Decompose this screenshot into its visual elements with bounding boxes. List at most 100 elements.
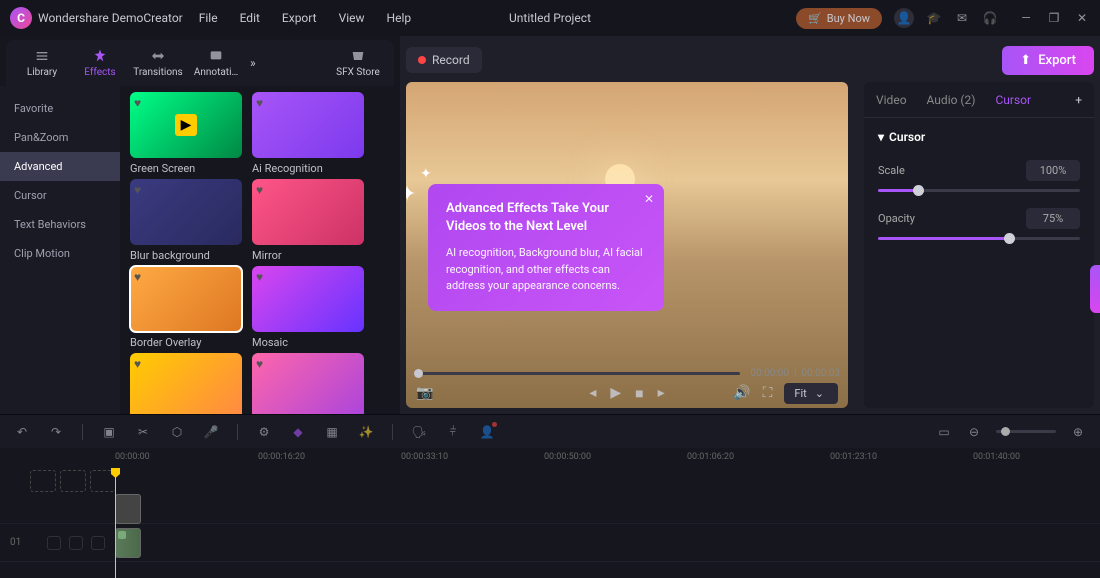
account-icon[interactable]: 👤 bbox=[894, 8, 914, 28]
video-track: 01 bbox=[0, 524, 1100, 562]
close-icon[interactable]: ✕ bbox=[1074, 10, 1090, 26]
category-list: Favorite Pan&Zoom Advanced Cursor Text B… bbox=[0, 86, 120, 414]
maximize-icon[interactable]: ❐ bbox=[1046, 10, 1062, 26]
voice-icon[interactable]: 🗣 bbox=[411, 424, 427, 440]
crop-icon[interactable]: ▣ bbox=[101, 424, 117, 440]
stop-icon[interactable]: ■ bbox=[635, 385, 643, 402]
timeline-ruler[interactable]: 00:00:00 00:00:16:20 00:00:33:10 00:00:5… bbox=[0, 448, 1100, 468]
category-favorite[interactable]: Favorite bbox=[0, 94, 120, 123]
color-icon[interactable]: ◆ bbox=[290, 424, 306, 440]
category-text-behaviors[interactable]: Text Behaviors bbox=[0, 210, 120, 239]
snapshot-icon[interactable]: 📷 bbox=[416, 385, 433, 401]
effect-mosaic[interactable]: ♥ Mosaic bbox=[252, 266, 364, 349]
track-placeholder[interactable] bbox=[60, 470, 86, 492]
scale-value[interactable]: 100% bbox=[1026, 160, 1080, 181]
zoom-in-icon[interactable]: ⊕ bbox=[1070, 424, 1086, 440]
menu-export[interactable]: Export bbox=[282, 11, 317, 25]
slider-knob[interactable] bbox=[913, 185, 924, 196]
menu-view[interactable]: View bbox=[339, 11, 365, 25]
tab-annotations[interactable]: Annotati… bbox=[188, 44, 244, 82]
slider-knob[interactable] bbox=[1004, 233, 1015, 244]
properties-panel: Video Audio (2) Cursor + ▾ Cursor Scale … bbox=[864, 82, 1094, 408]
effect-ai-recognition[interactable]: ♥ Ai Recognition bbox=[252, 92, 364, 175]
tooltip-close-icon[interactable]: ✕ bbox=[644, 192, 654, 206]
mail-icon[interactable]: ✉ bbox=[954, 10, 970, 26]
side-handle[interactable] bbox=[1090, 265, 1100, 313]
preview-progress[interactable]: 00:00:00 | 00:00:03 bbox=[406, 368, 848, 378]
undo-icon[interactable]: ↶ bbox=[14, 424, 30, 440]
heart-icon: ♥ bbox=[256, 96, 270, 110]
menu-edit[interactable]: Edit bbox=[240, 11, 260, 25]
category-pan-zoom[interactable]: Pan&Zoom bbox=[0, 123, 120, 152]
track-visibility-icon[interactable] bbox=[69, 536, 83, 550]
category-cursor[interactable]: Cursor bbox=[0, 181, 120, 210]
detect-icon[interactable]: ⫩ bbox=[445, 424, 461, 440]
opacity-value[interactable]: 75% bbox=[1026, 208, 1080, 229]
app-logo: C bbox=[10, 7, 32, 29]
magic-icon[interactable]: ✨ bbox=[358, 424, 374, 440]
prop-tab-audio[interactable]: Audio (2) bbox=[927, 93, 976, 107]
scale-slider[interactable] bbox=[878, 189, 1080, 192]
center-panel: Record ⬆ Export ✦ ✦ ✕ Advanced Effects T… bbox=[400, 36, 1100, 414]
playhead[interactable] bbox=[115, 468, 116, 578]
tab-effects[interactable]: Effects bbox=[72, 44, 128, 82]
next-frame-icon[interactable]: ▸ bbox=[658, 385, 665, 402]
timeline-toolbar: ↶ ↷ ▣ ✂ ⬡ 🎤 ⚙ ◆ ▦ ✨ 🗣 ⫩ 👤 ▭ ⊖ ⊕ bbox=[0, 414, 1100, 448]
marker-icon[interactable]: ⬡ bbox=[169, 424, 185, 440]
record-button[interactable]: Record bbox=[406, 47, 482, 73]
effect-item[interactable]: ♥ bbox=[252, 353, 364, 414]
minimize-icon[interactable]: — bbox=[1018, 10, 1034, 26]
progress-handle[interactable] bbox=[414, 369, 423, 378]
denoise-icon[interactable]: 👤 bbox=[479, 424, 495, 440]
track-lock-icon[interactable] bbox=[47, 536, 61, 550]
project-name: Untitled Project bbox=[509, 11, 591, 25]
effect-item[interactable]: ♥ bbox=[130, 353, 242, 414]
tooltip-body: AI recognition, Background blur, AI faci… bbox=[446, 245, 646, 295]
tabs-more-icon[interactable]: » bbox=[250, 56, 256, 70]
effect-border-overlay[interactable]: ♥ Border Overlay bbox=[130, 266, 242, 349]
buy-now-button[interactable]: 🛒 Buy Now bbox=[796, 8, 882, 29]
play-icon[interactable]: ▶ bbox=[610, 385, 621, 402]
pip-icon[interactable]: ▦ bbox=[324, 424, 340, 440]
speed-icon[interactable]: ⚙ bbox=[256, 424, 272, 440]
prev-frame-icon[interactable]: ◂ bbox=[589, 385, 596, 402]
redo-icon[interactable]: ↷ bbox=[48, 424, 64, 440]
support-icon[interactable]: 🎧 bbox=[982, 10, 998, 26]
zoom-slider[interactable] bbox=[996, 430, 1056, 433]
heart-icon: ♥ bbox=[134, 270, 148, 284]
track-mute-icon[interactable] bbox=[91, 536, 105, 550]
menu-bar: File Edit Export View Help bbox=[199, 11, 411, 25]
slider-knob[interactable] bbox=[1001, 427, 1010, 436]
academy-icon[interactable]: 🎓 bbox=[926, 10, 942, 26]
tab-transitions[interactable]: Transitions bbox=[130, 44, 186, 82]
category-advanced[interactable]: Advanced bbox=[0, 152, 120, 181]
main-area: Library Effects Transitions Annotati… » … bbox=[0, 36, 1100, 414]
fit-dropdown[interactable]: Fit ⌄ bbox=[784, 383, 838, 404]
preview-window: ✦ ✦ ✕ Advanced Effects Take Your Videos … bbox=[406, 82, 848, 408]
effect-mirror[interactable]: ♥ Mirror bbox=[252, 179, 364, 262]
prop-tab-video[interactable]: Video bbox=[876, 93, 907, 107]
category-clip-motion[interactable]: Clip Motion bbox=[0, 239, 120, 268]
aspect-icon[interactable]: ▭ bbox=[936, 424, 952, 440]
effect-green-screen[interactable]: ♥ Green Screen bbox=[130, 92, 242, 175]
volume-icon[interactable]: 🔊 bbox=[733, 385, 750, 401]
opacity-slider[interactable] bbox=[878, 237, 1080, 240]
menu-help[interactable]: Help bbox=[387, 11, 412, 25]
transitions-icon bbox=[150, 48, 166, 64]
cursor-clip[interactable] bbox=[115, 494, 141, 524]
menu-file[interactable]: File bbox=[199, 11, 218, 25]
track-placeholder[interactable] bbox=[30, 470, 56, 492]
prop-tab-add-icon[interactable]: + bbox=[1075, 93, 1082, 107]
video-clip[interactable] bbox=[115, 528, 141, 558]
prop-section-header[interactable]: ▾ Cursor bbox=[878, 130, 1080, 144]
fullscreen-icon[interactable]: ⛶ bbox=[763, 385, 773, 401]
prop-tab-cursor[interactable]: Cursor bbox=[995, 93, 1031, 107]
split-icon[interactable]: ✂ bbox=[135, 424, 151, 440]
export-button[interactable]: ⬆ Export bbox=[1002, 46, 1094, 75]
zoom-out-icon[interactable]: ⊖ bbox=[966, 424, 982, 440]
mic-icon[interactable]: 🎤 bbox=[203, 424, 219, 440]
tab-sfx-store[interactable]: SFX Store bbox=[330, 44, 386, 82]
timeline-tracks: 01 bbox=[0, 468, 1100, 578]
effect-blur-background[interactable]: ♥ Blur background bbox=[130, 179, 242, 262]
tab-library[interactable]: Library bbox=[14, 44, 70, 82]
